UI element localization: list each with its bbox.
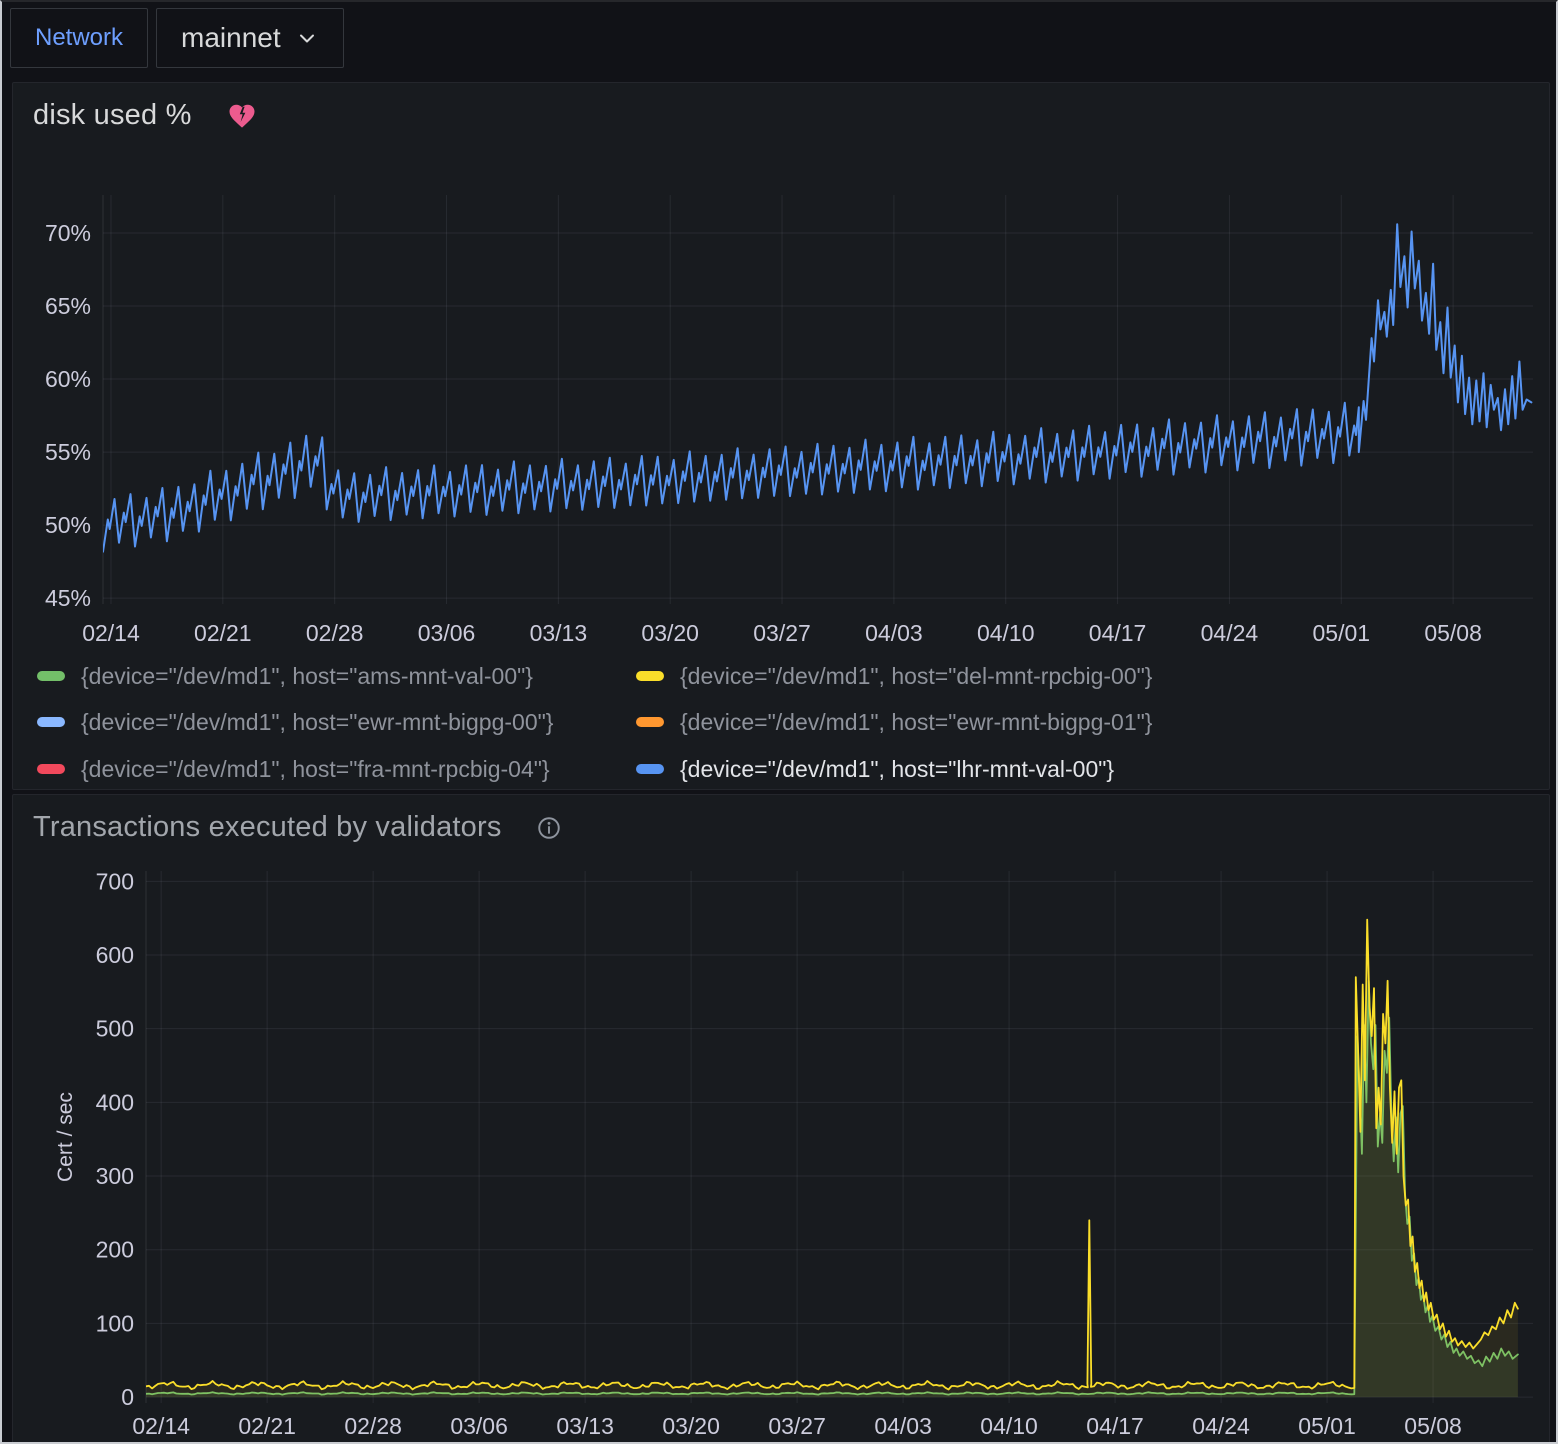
svg-text:05/08: 05/08 (1424, 620, 1482, 646)
svg-text:04/03: 04/03 (865, 620, 923, 646)
svg-text:03/20: 03/20 (662, 1413, 720, 1439)
panel-disk-used: disk used % 02/1402/2102/2803/0603/1303/… (12, 82, 1550, 790)
svg-text:0: 0 (121, 1384, 134, 1410)
network-label: Network (35, 24, 123, 52)
svg-text:05/01: 05/01 (1298, 1413, 1356, 1439)
svg-text:04/17: 04/17 (1089, 620, 1147, 646)
svg-text:700: 700 (96, 868, 134, 894)
series-swatch (636, 717, 664, 727)
svg-text:04/24: 04/24 (1201, 620, 1259, 646)
series-swatch (636, 671, 664, 681)
network-variable-dropdown[interactable]: mainnet (156, 8, 344, 68)
svg-text:50%: 50% (45, 512, 91, 538)
svg-text:05/01: 05/01 (1312, 620, 1370, 646)
svg-text:03/06: 03/06 (450, 1413, 508, 1439)
legend-item-ams-mnt-val-00[interactable]: {device="/dev/md1", host="ams-mnt-val-00… (37, 653, 533, 699)
svg-text:100: 100 (96, 1310, 134, 1336)
svg-text:02/28: 02/28 (306, 620, 364, 646)
chevron-down-icon (295, 26, 319, 50)
legend-item-del-mnt-rpcbig-00[interactable]: {device="/dev/md1", host="del-mnt-rpcbig… (636, 653, 1152, 699)
svg-text:05/08: 05/08 (1404, 1413, 1462, 1439)
series-swatch (37, 717, 65, 727)
svg-text:04/24: 04/24 (1192, 1413, 1250, 1439)
svg-text:03/27: 03/27 (768, 1413, 826, 1439)
legend-item-lhr-mnt-val-00[interactable]: {device="/dev/md1", host="lhr-mnt-val-00… (636, 746, 1114, 792)
svg-text:60%: 60% (45, 366, 91, 392)
svg-text:02/21: 02/21 (194, 620, 252, 646)
svg-text:03/20: 03/20 (641, 620, 699, 646)
svg-text:300: 300 (96, 1163, 134, 1189)
svg-text:04/10: 04/10 (980, 1413, 1038, 1439)
series-swatch (636, 764, 664, 774)
legend-item-fra-mnt-rpcbig-04[interactable]: {device="/dev/md1", host="fra-mnt-rpcbig… (37, 746, 550, 792)
svg-text:04/17: 04/17 (1086, 1413, 1144, 1439)
transactions-chart[interactable]: 02/14 02/21 02/28 03/06 03/13 03/20 03/27 04/03… (13, 795, 1551, 1444)
variable-bar: Network mainnet (10, 8, 344, 68)
network-variable-label: Network (10, 8, 148, 68)
grafana-dashboard: Network mainnet disk used % 02/1402/2102… (0, 0, 1558, 1444)
svg-text:55%: 55% (45, 439, 91, 465)
svg-text:70%: 70% (45, 220, 91, 246)
series-swatch (37, 764, 65, 774)
svg-text:02/14: 02/14 (82, 620, 140, 646)
svg-text:03/27: 03/27 (753, 620, 811, 646)
svg-text:04/03: 04/03 (874, 1413, 932, 1439)
legend-item-ewr-mnt-bigpg-01[interactable]: {device="/dev/md1", host="ewr-mnt-bigpg-… (636, 699, 1152, 745)
svg-text:02/21: 02/21 (238, 1413, 296, 1439)
svg-text:04/10: 04/10 (977, 620, 1035, 646)
svg-text:03/06: 03/06 (418, 620, 476, 646)
legend-item-ewr-mnt-bigpg-00[interactable]: {device="/dev/md1", host="ewr-mnt-bigpg-… (37, 699, 553, 745)
svg-text:02/14: 02/14 (132, 1413, 190, 1439)
svg-text:600: 600 (96, 942, 134, 968)
svg-text:02/28: 02/28 (344, 1413, 402, 1439)
svg-text:65%: 65% (45, 293, 91, 319)
svg-text:45%: 45% (45, 585, 91, 611)
series-swatch (37, 671, 65, 681)
svg-text:03/13: 03/13 (556, 1413, 614, 1439)
panel-transactions: Transactions executed by validators Cert… (12, 794, 1550, 1444)
svg-text:200: 200 (96, 1237, 134, 1263)
network-value[interactable]: mainnet (181, 22, 281, 54)
svg-text:400: 400 (96, 1089, 134, 1115)
svg-text:03/13: 03/13 (530, 620, 588, 646)
svg-text:500: 500 (96, 1016, 134, 1042)
